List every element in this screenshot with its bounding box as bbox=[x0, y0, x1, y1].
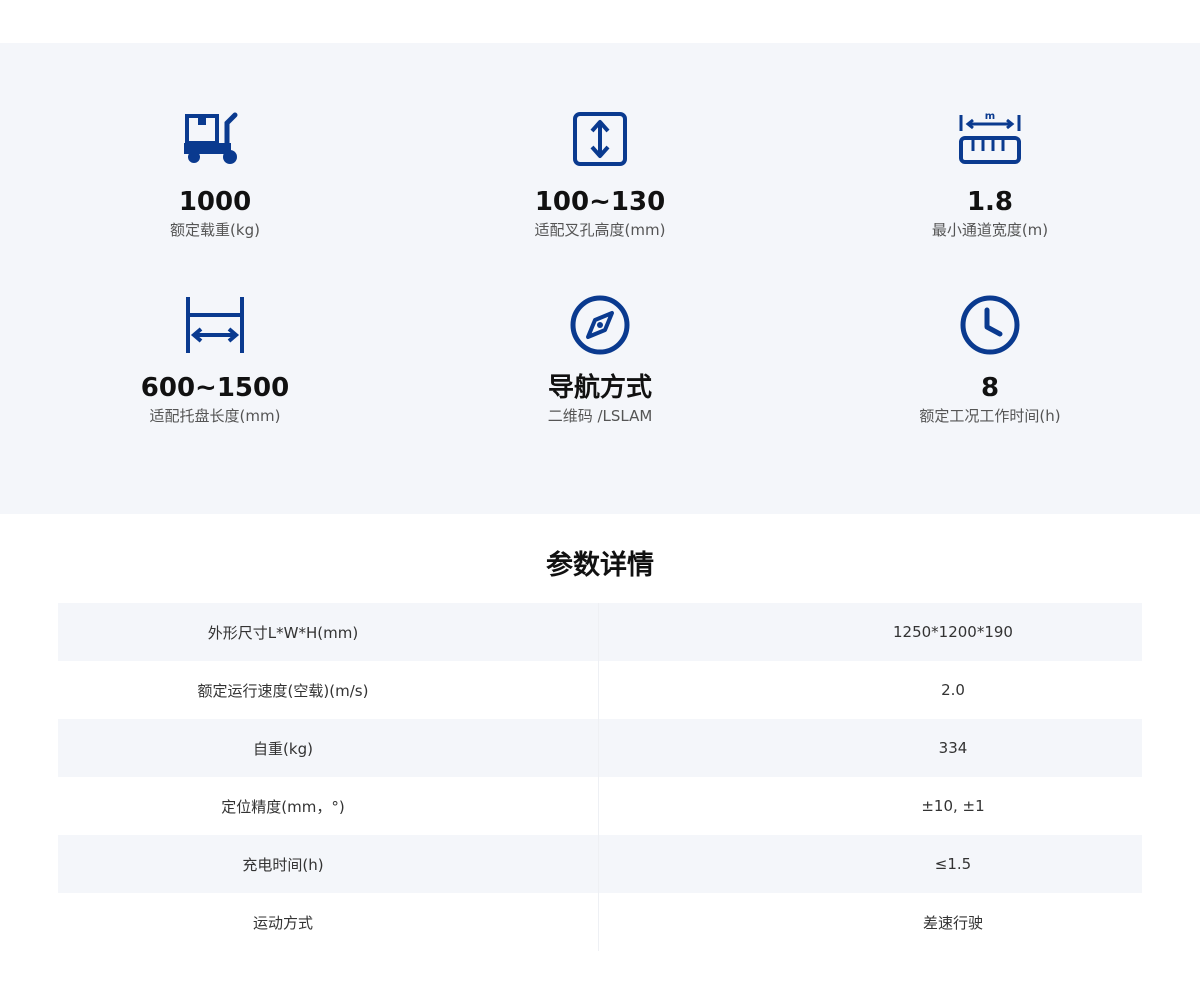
feature-rated-load: 1000 额定载重(kg) bbox=[50, 107, 380, 241]
spec-name: 外形尺寸L*W*H(mm) bbox=[58, 603, 599, 661]
spec-name: 运动方式 bbox=[58, 893, 599, 951]
feature-value: 600~1500 bbox=[140, 373, 290, 403]
width-bracket-icon bbox=[186, 297, 244, 353]
spec-name: 自重(kg) bbox=[58, 719, 599, 777]
feature-pallet-length: 600~1500 适配托盘长度(mm) bbox=[50, 293, 380, 427]
feature-label: 额定载重(kg) bbox=[170, 221, 260, 239]
vertical-arrows-icon bbox=[573, 112, 627, 166]
spec-name: 定位精度(mm，°) bbox=[58, 777, 599, 835]
spec-value: ±10, ±1 bbox=[921, 797, 985, 815]
feature-label: 额定工况工作时间(h) bbox=[919, 407, 1061, 425]
spec-value: 2.0 bbox=[941, 681, 965, 699]
table-row: 定位精度(mm，°) ±10, ±1 bbox=[58, 777, 1142, 835]
feature-label: 二维码 /LSLAM bbox=[547, 407, 653, 425]
feature-value: 1000 bbox=[178, 187, 252, 217]
table-row: 外形尺寸L*W*H(mm) 1250*1200*190 bbox=[58, 603, 1142, 661]
table-row: 额定运行速度(空载)(m/s) 2.0 bbox=[58, 661, 1142, 719]
ruler-icon: m bbox=[959, 111, 1021, 164]
feature-navigation: 导航方式 二维码 /LSLAM bbox=[435, 293, 765, 427]
spec-name: 充电时间(h) bbox=[58, 835, 599, 893]
spec-value: 1250*1200*190 bbox=[893, 623, 1013, 641]
specs-title: 参数详情 bbox=[546, 550, 654, 581]
feature-min-aisle-width: m 1.8 最小通道宽度(m) bbox=[825, 107, 1155, 241]
spec-name: 额定运行速度(空载)(m/s) bbox=[58, 661, 599, 719]
pallet-truck-icon bbox=[184, 112, 238, 164]
ruler-unit-text: m bbox=[985, 111, 995, 122]
table-row: 运动方式 差速行驶 bbox=[58, 893, 1142, 951]
spec-value: 334 bbox=[938, 739, 968, 757]
spec-table: 外形尺寸L*W*H(mm) 1250*1200*190 额定运行速度(空载)(m… bbox=[58, 603, 1142, 951]
feature-fork-height: 100~130 适配叉孔高度(mm) bbox=[435, 107, 765, 241]
spec-value: ≤1.5 bbox=[934, 855, 972, 873]
compass-icon bbox=[570, 295, 630, 355]
feature-label: 最小通道宽度(m) bbox=[931, 221, 1049, 239]
spec-value: 差速行驶 bbox=[922, 913, 983, 932]
table-row: 充电时间(h) ≤1.5 bbox=[58, 835, 1142, 893]
feature-label: 适配叉孔高度(mm) bbox=[534, 221, 666, 239]
feature-value: 1.8 bbox=[966, 187, 1014, 217]
feature-work-time: 8 额定工况工作时间(h) bbox=[825, 293, 1155, 427]
clock-icon bbox=[960, 295, 1020, 355]
table-row: 自重(kg) 334 bbox=[58, 719, 1142, 777]
feature-value: 导航方式 bbox=[547, 373, 652, 403]
feature-value: 8 bbox=[980, 373, 1000, 403]
features-panel: 1000 额定载重(kg) 100~130 适配叉孔高度(mm) m 1.8 最… bbox=[0, 43, 1200, 514]
feature-label: 适配托盘长度(mm) bbox=[149, 407, 281, 425]
feature-value: 100~130 bbox=[534, 187, 666, 217]
